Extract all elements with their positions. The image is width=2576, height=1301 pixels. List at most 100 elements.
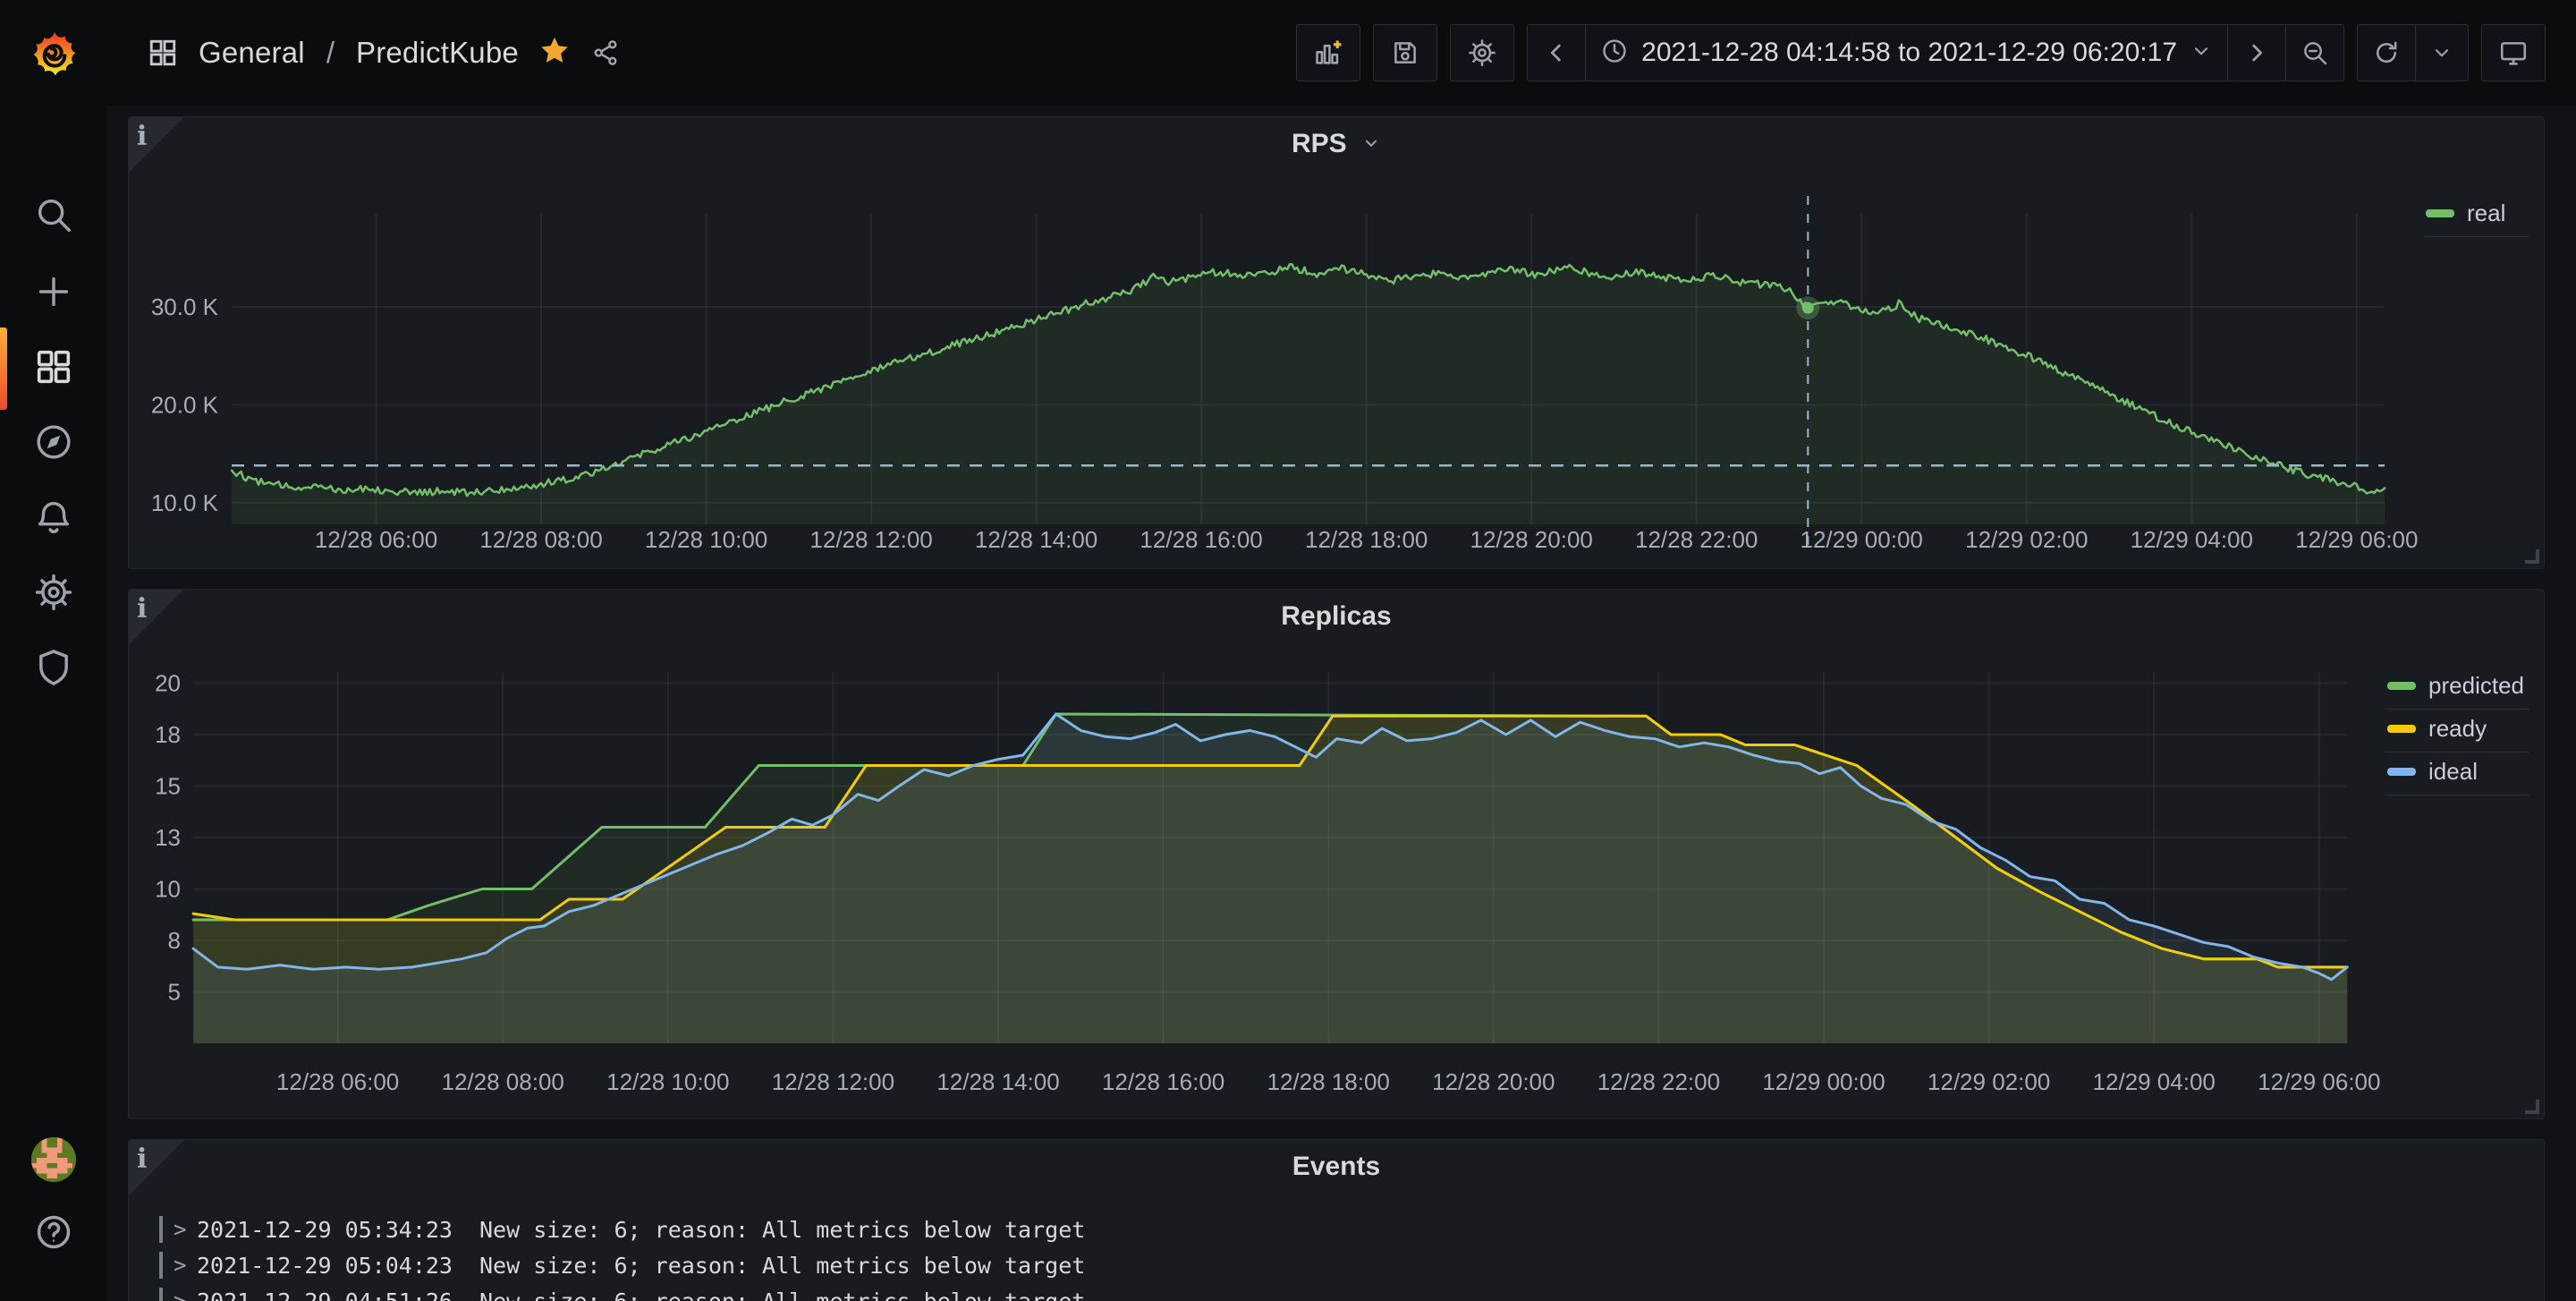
legend-label: ideal [2428, 758, 2478, 786]
time-range-controls: 2021-12-28 04:14:58 to 2021-12-29 06:20:… [1527, 24, 2344, 81]
svg-text:12/29 06:00: 12/29 06:00 [2258, 1068, 2380, 1095]
svg-text:12/28 14:00: 12/28 14:00 [936, 1068, 1059, 1095]
svg-text:12/28 12:00: 12/28 12:00 [772, 1068, 894, 1095]
sidebar-item-server-admin[interactable] [0, 632, 107, 707]
time-shift-back-button[interactable] [1528, 25, 1585, 81]
svg-text:12/29 00:00: 12/29 00:00 [1801, 526, 1923, 553]
panel-replicas: i Replicas predictedreadyideal 12/28 06:… [128, 589, 2545, 1119]
navbar: General / PredictKube 2021- [107, 0, 2576, 106]
event-row[interactable]: >2021-12-29 05:34:23New size: 6; reason:… [159, 1212, 2513, 1247]
sidebar-item-configuration[interactable] [0, 557, 107, 632]
sidebar-item-help[interactable] [0, 1196, 107, 1271]
expand-row-icon[interactable]: > [174, 1288, 197, 1301]
breadcrumb-separator: / [326, 36, 335, 70]
panel-resize-handle[interactable] [2525, 549, 2539, 564]
sidebar-item-profile[interactable] [0, 1122, 107, 1197]
chevron-down-icon [2190, 39, 2213, 67]
avatar [31, 1137, 76, 1182]
svg-text:12/28 20:00: 12/28 20:00 [1432, 1068, 1555, 1095]
legend-item-ideal[interactable]: ideal [2385, 753, 2529, 795]
event-timestamp: 2021-12-29 04:51:26 [197, 1288, 453, 1301]
svg-text:12/28 08:00: 12/28 08:00 [479, 526, 602, 553]
cycle-view-mode-button[interactable] [2481, 24, 2546, 81]
refresh-controls [2357, 24, 2469, 81]
dashboard-settings-button[interactable] [1450, 24, 1514, 81]
svg-text:13: 13 [155, 824, 181, 851]
event-row[interactable]: >2021-12-29 04:51:26 New size: 6; reason:… [159, 1283, 2513, 1301]
svg-text:12/28 12:00: 12/28 12:00 [809, 526, 932, 553]
sidebar-item-create[interactable] [0, 256, 107, 331]
legend-label: ready [2428, 715, 2487, 743]
bell-icon [33, 497, 74, 542]
svg-text:12/29 02:00: 12/29 02:00 [1928, 1068, 2050, 1095]
sidebar-item-search[interactable] [0, 179, 107, 254]
svg-text:12/29 06:00: 12/29 06:00 [2295, 526, 2418, 553]
time-range-picker[interactable]: 2021-12-28 04:14:58 to 2021-12-29 06:20:… [1585, 25, 2227, 81]
panel-title-events[interactable]: Events [129, 1152, 2544, 1182]
svg-text:5: 5 [168, 979, 181, 1006]
svg-text:12/28 08:00: 12/28 08:00 [442, 1068, 564, 1095]
rps-chart[interactable]: 12/28 06:00 12/28 08:00 12/28 10:00 12/28 1… [129, 117, 2544, 568]
expand-row-icon[interactable]: > [174, 1253, 197, 1278]
svg-text:12/28 10:00: 12/28 10:00 [606, 1068, 729, 1095]
breadcrumb-section[interactable]: General [199, 36, 305, 70]
svg-text:12/28 14:00: 12/28 14:00 [975, 526, 1097, 553]
grafana-logo-icon[interactable] [30, 30, 79, 84]
legend-item-predicted[interactable]: predicted [2385, 667, 2529, 710]
navbar-actions: 2021-12-28 04:14:58 to 2021-12-29 06:20:… [1296, 24, 2546, 81]
svg-text:12/28 22:00: 12/28 22:00 [1597, 1068, 1720, 1095]
sidebar [0, 0, 107, 1301]
svg-text:12/29 02:00: 12/29 02:00 [1965, 526, 2088, 553]
time-range-label: 2021-12-28 04:14:58 to 2021-12-29 06:20:… [1641, 38, 2177, 68]
legend-label: real [2467, 200, 2505, 227]
time-shift-forward-button[interactable] [2227, 25, 2285, 81]
breadcrumb: General / PredictKube [147, 35, 621, 72]
svg-text:12/29 04:00: 12/29 04:00 [2093, 1068, 2216, 1095]
grafana-app: General / PredictKube 2021- [0, 0, 2576, 1301]
shield-icon [33, 647, 74, 693]
panel-resize-handle[interactable] [2525, 1100, 2539, 1114]
add-panel-button[interactable] [1296, 24, 1360, 81]
panel-events: i Events >2021-12-29 05:34:23New size: 6… [128, 1139, 2545, 1301]
svg-text:12/28 16:00: 12/28 16:00 [1102, 1068, 1224, 1095]
svg-text:12/28 22:00: 12/28 22:00 [1635, 526, 1758, 553]
svg-text:12/28 18:00: 12/28 18:00 [1267, 1068, 1390, 1095]
svg-text:12/28 10:00: 12/28 10:00 [645, 526, 767, 553]
legend-item-real[interactable]: real [2424, 194, 2529, 237]
event-message: New size: 6; reason: All metrics below t… [479, 1288, 1085, 1301]
sidebar-item-explore[interactable] [0, 406, 107, 481]
save-dashboard-button[interactable] [1373, 24, 1437, 81]
legend-swatch [2387, 725, 2416, 733]
compass-icon [33, 421, 74, 467]
legend-label: predicted [2428, 672, 2524, 700]
svg-text:30.0 K: 30.0 K [151, 293, 219, 320]
svg-text:18: 18 [155, 721, 181, 748]
legend-swatch [2387, 682, 2416, 690]
active-indicator [0, 327, 7, 410]
refresh-button[interactable] [2358, 25, 2415, 81]
svg-text:20: 20 [155, 670, 181, 697]
rps-legend: real [2424, 194, 2529, 237]
expand-row-icon[interactable]: > [174, 1217, 197, 1242]
svg-text:10: 10 [155, 876, 181, 903]
share-icon[interactable] [590, 38, 621, 68]
refresh-interval-dropdown[interactable] [2415, 25, 2468, 81]
svg-text:12/28 06:00: 12/28 06:00 [315, 526, 437, 553]
svg-text:8: 8 [168, 927, 181, 954]
legend-item-ready[interactable]: ready [2385, 710, 2529, 753]
replicas-chart[interactable]: 12/28 06:0012/28 08:0012/28 10:0012/28 1… [129, 590, 2544, 1118]
favorite-star-icon[interactable] [538, 35, 571, 72]
zoom-out-time-button[interactable] [2285, 25, 2343, 81]
svg-text:12/29 04:00: 12/29 04:00 [2131, 526, 2253, 553]
sidebar-item-dashboards[interactable] [0, 331, 107, 406]
svg-text:12/28 16:00: 12/28 16:00 [1140, 526, 1262, 553]
help-icon [33, 1212, 74, 1257]
svg-text:15: 15 [155, 773, 181, 800]
plus-icon [33, 271, 74, 317]
sidebar-item-alerting[interactable] [0, 481, 107, 557]
event-row[interactable]: >2021-12-29 05:04:23New size: 6; reason:… [159, 1247, 2513, 1283]
event-level-bar [159, 1288, 163, 1301]
breadcrumb-dashboard-name[interactable]: PredictKube [356, 36, 519, 70]
gear-icon [33, 572, 74, 617]
dashboards-grid-icon [33, 346, 74, 392]
